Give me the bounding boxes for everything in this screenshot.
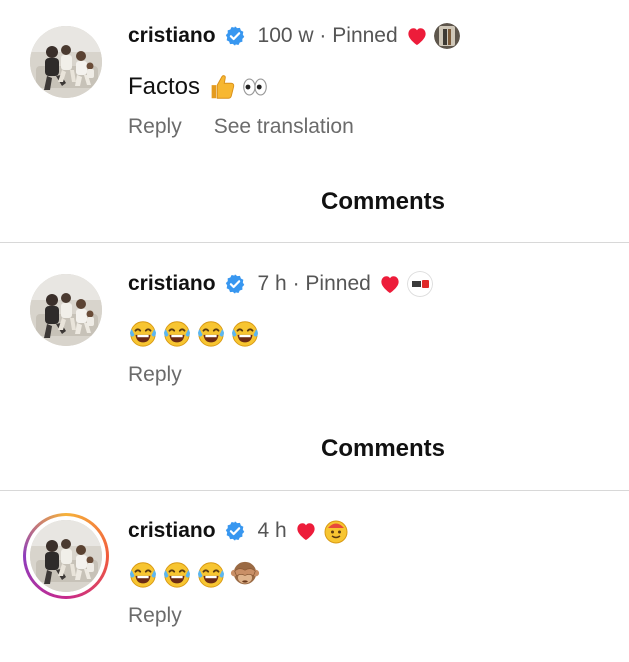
divider [0, 242, 629, 243]
avatar-photo-icon [30, 274, 102, 346]
comments-section-title: Comments [320, 188, 446, 215]
comment-text: Factos [128, 70, 274, 104]
tears-of-joy-icon [196, 318, 226, 348]
comment-actions: Reply See translation [128, 115, 354, 139]
username[interactable]: cristiano [128, 24, 216, 48]
see-no-evil-monkey-icon [230, 559, 260, 589]
comment-meta: 7 h · Pinned [258, 272, 371, 296]
story-ring[interactable] [23, 513, 109, 599]
comment-header: cristiano 4 h [128, 516, 349, 546]
avatar[interactable] [30, 274, 102, 346]
tears-of-joy-icon [196, 559, 226, 589]
comment-header: cristiano 7 h · Pinned [128, 269, 433, 299]
comments-section-title: Comments [320, 435, 446, 462]
thumbs-up-icon [206, 72, 236, 102]
avatar-photo-icon [30, 26, 102, 98]
eyes-icon [240, 72, 270, 102]
tears-of-joy-icon [162, 318, 192, 348]
heart-icon[interactable] [406, 26, 428, 46]
comment-time: 4 h [257, 519, 287, 542]
verified-badge-icon [224, 273, 246, 295]
comment-time: 100 w [257, 24, 314, 47]
comment-header: cristiano 100 w · Pinned [128, 21, 460, 51]
avatar[interactable] [30, 26, 102, 98]
comment-actions: Reply [128, 604, 182, 628]
verified-badge-icon [224, 520, 246, 542]
liker-avatar-icon [433, 23, 460, 49]
comment-body: Factos [128, 73, 201, 100]
reply-button[interactable]: Reply [128, 604, 182, 628]
brand-logo-badge-icon [406, 271, 433, 297]
comment-text [128, 316, 264, 350]
username[interactable]: cristiano [128, 519, 216, 543]
tears-of-joy-icon [230, 318, 260, 348]
pinned-label: Pinned [332, 24, 398, 47]
reply-button[interactable]: Reply [128, 115, 182, 139]
verified-badge-icon [224, 25, 246, 47]
emoji-avatar-icon [323, 518, 349, 544]
comment-meta: 100 w · Pinned [258, 24, 398, 48]
avatar[interactable] [30, 520, 102, 592]
comment-actions: Reply [128, 363, 182, 387]
heart-icon[interactable] [379, 274, 401, 294]
tears-of-joy-icon [128, 318, 158, 348]
meta-separator: · [319, 24, 327, 47]
see-translation-button[interactable]: See translation [214, 115, 354, 139]
reply-button[interactable]: Reply [128, 363, 182, 387]
comment-time: 7 h [257, 272, 287, 295]
comment-text [128, 557, 264, 591]
heart-icon[interactable] [295, 521, 317, 541]
meta-separator: · [292, 272, 300, 295]
divider [0, 490, 629, 491]
username[interactable]: cristiano [128, 272, 216, 296]
tears-of-joy-icon [128, 559, 158, 589]
pinned-label: Pinned [305, 272, 371, 295]
tears-of-joy-icon [162, 559, 192, 589]
avatar-photo-icon [30, 520, 102, 592]
